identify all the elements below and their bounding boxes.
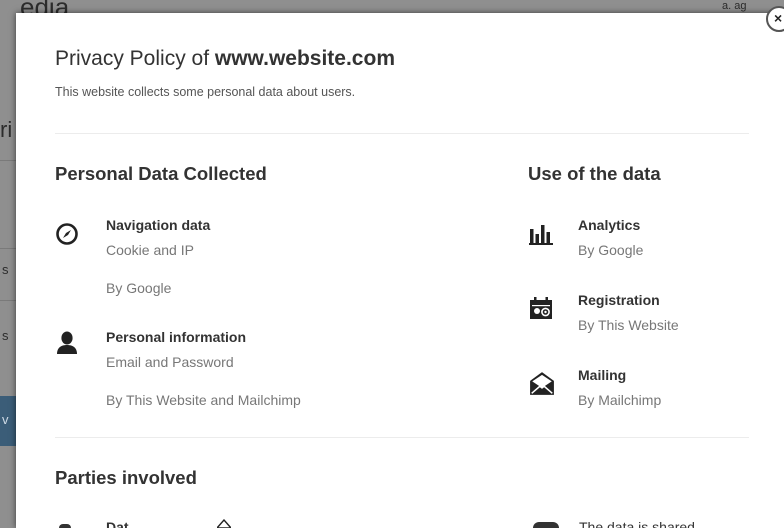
- title-prefix: Privacy Policy of: [55, 47, 210, 70]
- background-divider: [0, 160, 16, 161]
- item-name: Analytics: [578, 217, 641, 233]
- envelope-icon: [530, 372, 554, 395]
- list-item-analytics: Analytics By Google: [529, 217, 749, 267]
- background-text-fragment: ri: [0, 117, 13, 142]
- background-top-right-fragment: a. ag: [722, 0, 747, 12]
- background-divider: [0, 248, 16, 249]
- background-text-fragment: s: [2, 262, 9, 277]
- section-title-personal-data: Personal Data Collected: [55, 163, 267, 184]
- background-banner-text: v: [2, 412, 9, 427]
- user-silhouette-icon: [57, 331, 77, 354]
- divider: [55, 437, 749, 438]
- section-title-parties-involved: Parties involved: [55, 467, 197, 488]
- caret-up-icon: [217, 519, 231, 528]
- privacy-policy-modal: Privacy Policy of www.website.com This w…: [16, 13, 784, 528]
- item-name: Personal information: [106, 329, 247, 345]
- partial-icon: [533, 522, 559, 528]
- item-name: Navigation data: [106, 217, 211, 233]
- partial-item-text: The data is shared: [579, 519, 695, 528]
- list-item-personal-information: Personal information Email and Password …: [55, 329, 395, 419]
- list-item-navigation-data: Navigation data Cookie and IP By Google: [55, 217, 375, 307]
- list-item-registration: Registration By This Website: [529, 292, 749, 342]
- item-description: By This Website: [578, 317, 679, 333]
- list-item-mailing: Mailing By Mailchimp: [529, 367, 749, 417]
- item-description: By Mailchimp: [578, 392, 662, 408]
- bar-chart-icon: [529, 225, 553, 245]
- section-title-use-of-data: Use of the data: [528, 163, 661, 184]
- item-provider: By This Website and Mailchimp: [106, 392, 301, 408]
- item-description: By Google: [578, 242, 644, 258]
- divider: [55, 133, 749, 134]
- registration-calendar-icon: [530, 297, 552, 319]
- partial-icon: [59, 524, 71, 528]
- partial-item-name: Dat: [106, 519, 129, 528]
- item-name: Registration: [578, 292, 660, 308]
- item-description: Cookie and IP: [106, 242, 194, 258]
- title-site: www.website.com: [214, 47, 395, 70]
- background-text-fragment: s: [2, 328, 9, 343]
- modal-title: Privacy Policy of www.website.com: [55, 47, 395, 71]
- background-banner: v: [0, 396, 16, 446]
- modal-subtitle: This website collects some personal data…: [55, 85, 356, 99]
- item-description: Email and Password: [106, 354, 234, 370]
- background-divider: [0, 300, 16, 301]
- close-icon: ×: [774, 10, 783, 26]
- item-name: Mailing: [578, 367, 627, 383]
- item-provider: By Google: [106, 280, 172, 296]
- compass-icon: [56, 223, 78, 245]
